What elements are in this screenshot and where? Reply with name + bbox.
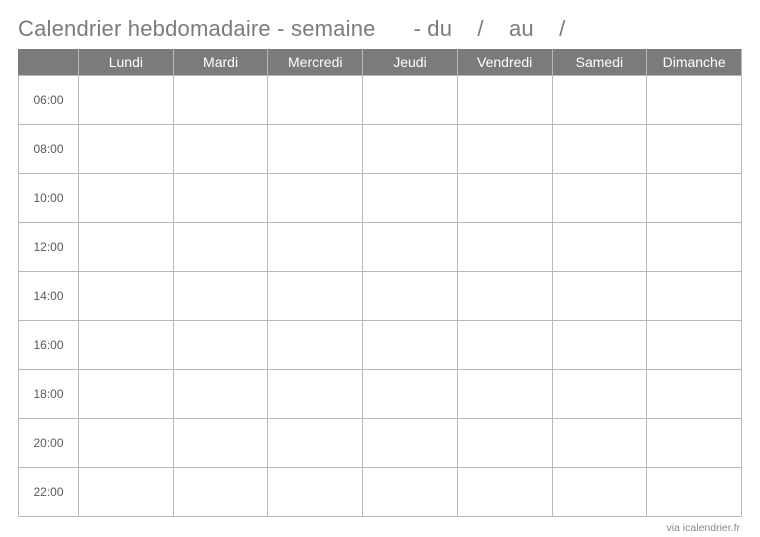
calendar-cell [79, 124, 174, 173]
calendar-cell [457, 173, 552, 222]
table-row: 22:00 [19, 467, 742, 516]
time-label: 16:00 [19, 320, 79, 369]
calendar-cell [552, 222, 647, 271]
header-time-blank [19, 49, 79, 75]
time-label: 08:00 [19, 124, 79, 173]
calendar-cell [552, 124, 647, 173]
calendar-cell [552, 173, 647, 222]
calendar-cell [647, 467, 742, 516]
calendar-cell [173, 173, 268, 222]
calendar-cell [363, 173, 458, 222]
calendar-cell [363, 124, 458, 173]
calendar-cell [79, 173, 174, 222]
calendar-cell [173, 320, 268, 369]
time-label: 20:00 [19, 418, 79, 467]
calendar-cell [457, 75, 552, 124]
calendar-page: Calendrier hebdomadaire - semaine - du /… [0, 0, 760, 537]
calendar-cell [268, 320, 363, 369]
weekly-calendar-table: Lundi Mardi Mercredi Jeudi Vendredi Same… [18, 49, 742, 517]
calendar-cell [552, 467, 647, 516]
header-day: Lundi [79, 49, 174, 75]
table-row: 10:00 [19, 173, 742, 222]
calendar-cell [79, 320, 174, 369]
table-row: 16:00 [19, 320, 742, 369]
calendar-cell [647, 271, 742, 320]
calendar-cell [457, 222, 552, 271]
header-day: Samedi [552, 49, 647, 75]
calendar-cell [552, 320, 647, 369]
calendar-cell [363, 222, 458, 271]
header-day: Mardi [173, 49, 268, 75]
time-label: 22:00 [19, 467, 79, 516]
calendar-cell [268, 271, 363, 320]
calendar-cell [268, 124, 363, 173]
calendar-cell [79, 418, 174, 467]
calendar-cell [79, 222, 174, 271]
calendar-cell [79, 75, 174, 124]
time-label: 10:00 [19, 173, 79, 222]
calendar-cell [363, 320, 458, 369]
calendar-cell [268, 467, 363, 516]
calendar-cell [457, 369, 552, 418]
calendar-cell [647, 75, 742, 124]
header-day: Dimanche [647, 49, 742, 75]
calendar-cell [647, 320, 742, 369]
table-row: 20:00 [19, 418, 742, 467]
time-label: 06:00 [19, 75, 79, 124]
time-label: 12:00 [19, 222, 79, 271]
calendar-cell [173, 271, 268, 320]
credit-text: via icalendrier.fr [18, 522, 742, 534]
calendar-body: 06:00 08:00 10:00 [19, 75, 742, 516]
calendar-cell [173, 467, 268, 516]
calendar-cell [647, 222, 742, 271]
calendar-cell [647, 369, 742, 418]
time-label: 18:00 [19, 369, 79, 418]
calendar-cell [552, 271, 647, 320]
table-row: 18:00 [19, 369, 742, 418]
calendar-cell [173, 124, 268, 173]
page-title: Calendrier hebdomadaire - semaine - du /… [18, 16, 742, 42]
calendar-cell [647, 173, 742, 222]
calendar-cell [79, 271, 174, 320]
calendar-cell [457, 124, 552, 173]
calendar-cell [268, 75, 363, 124]
calendar-cell [552, 418, 647, 467]
calendar-cell [647, 124, 742, 173]
table-row: 12:00 [19, 222, 742, 271]
calendar-cell [363, 467, 458, 516]
calendar-cell [268, 222, 363, 271]
calendar-cell [363, 75, 458, 124]
calendar-cell [268, 173, 363, 222]
calendar-cell [363, 418, 458, 467]
calendar-cell [173, 222, 268, 271]
calendar-cell [268, 418, 363, 467]
calendar-cell [173, 418, 268, 467]
table-row: 08:00 [19, 124, 742, 173]
calendar-cell [79, 369, 174, 418]
table-row: 06:00 [19, 75, 742, 124]
calendar-cell [173, 75, 268, 124]
calendar-cell [457, 271, 552, 320]
table-row: 14:00 [19, 271, 742, 320]
calendar-cell [79, 467, 174, 516]
header-day: Vendredi [457, 49, 552, 75]
calendar-cell [268, 369, 363, 418]
calendar-cell [552, 75, 647, 124]
time-label: 14:00 [19, 271, 79, 320]
header-day: Jeudi [363, 49, 458, 75]
header-day: Mercredi [268, 49, 363, 75]
calendar-cell [457, 320, 552, 369]
calendar-cell [457, 467, 552, 516]
calendar-cell [363, 271, 458, 320]
calendar-cell [173, 369, 268, 418]
header-row: Lundi Mardi Mercredi Jeudi Vendredi Same… [19, 49, 742, 75]
calendar-cell [552, 369, 647, 418]
calendar-cell [457, 418, 552, 467]
calendar-cell [647, 418, 742, 467]
calendar-cell [363, 369, 458, 418]
